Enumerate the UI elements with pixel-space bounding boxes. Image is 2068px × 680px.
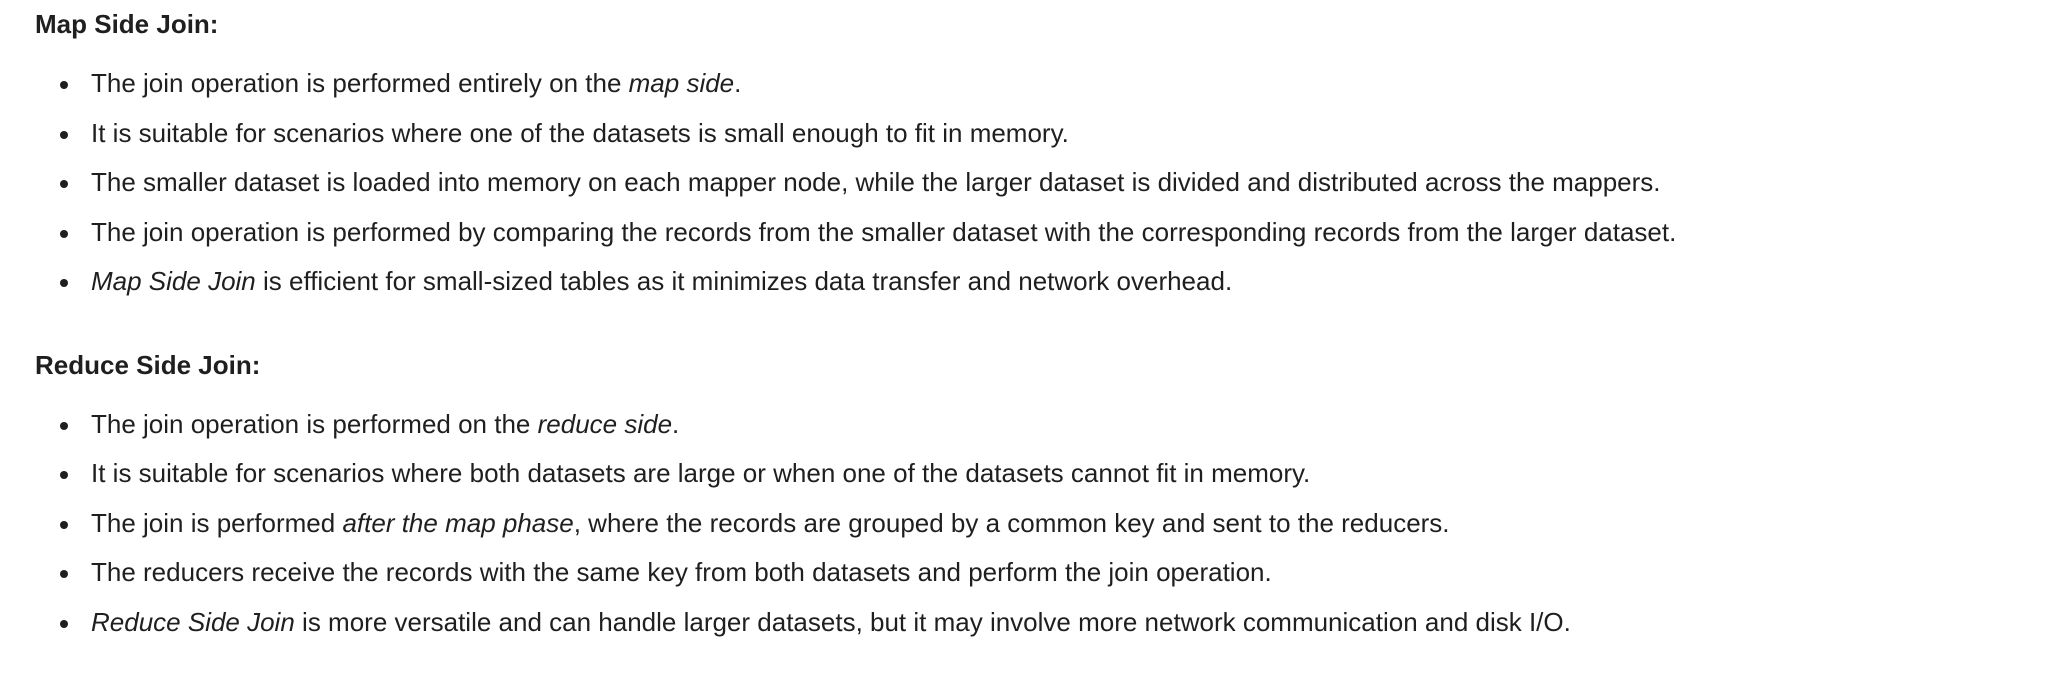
list-item: Map Side Join is efficient for small-siz… <box>35 265 2068 315</box>
bullet-dot-icon <box>60 421 68 430</box>
list-item: The join operation is performed by compa… <box>35 216 2068 266</box>
bullet-dot-icon <box>60 520 68 529</box>
bullet-dot-icon <box>60 619 68 628</box>
list-item: The join operation is performed entirely… <box>35 67 2068 117</box>
list-item: Reduce Side Join is more versatile and c… <box>35 606 2068 656</box>
list-item: The smaller dataset is loaded into memor… <box>35 166 2068 216</box>
list-item: It is suitable for scenarios where both … <box>35 457 2068 507</box>
reduce-side-join-list: The join operation is performed on the r… <box>35 408 2068 656</box>
list-item: The join is performed after the map phas… <box>35 507 2068 557</box>
document-body: Map Side Join: The join operation is per… <box>0 0 2068 655</box>
bullet-dot-icon <box>60 471 68 479</box>
list-item: It is suitable for scenarios where one o… <box>35 117 2068 167</box>
list-item: The reducers receive the records with th… <box>35 556 2068 606</box>
bullet-dot-icon <box>60 229 68 238</box>
bullet-dot-icon <box>60 130 68 139</box>
list-item: The join operation is performed on the r… <box>35 408 2068 458</box>
map-side-join-list: The join operation is performed entirely… <box>35 67 2068 315</box>
section-heading-reduce-side-join: Reduce Side Join: <box>35 349 261 380</box>
bullet-dot-icon <box>60 81 68 89</box>
section-heading-map-side-join: Map Side Join: <box>35 9 219 39</box>
bullet-dot-icon <box>60 180 68 188</box>
bullet-dot-icon <box>60 279 68 287</box>
bullet-dot-icon <box>60 570 68 578</box>
